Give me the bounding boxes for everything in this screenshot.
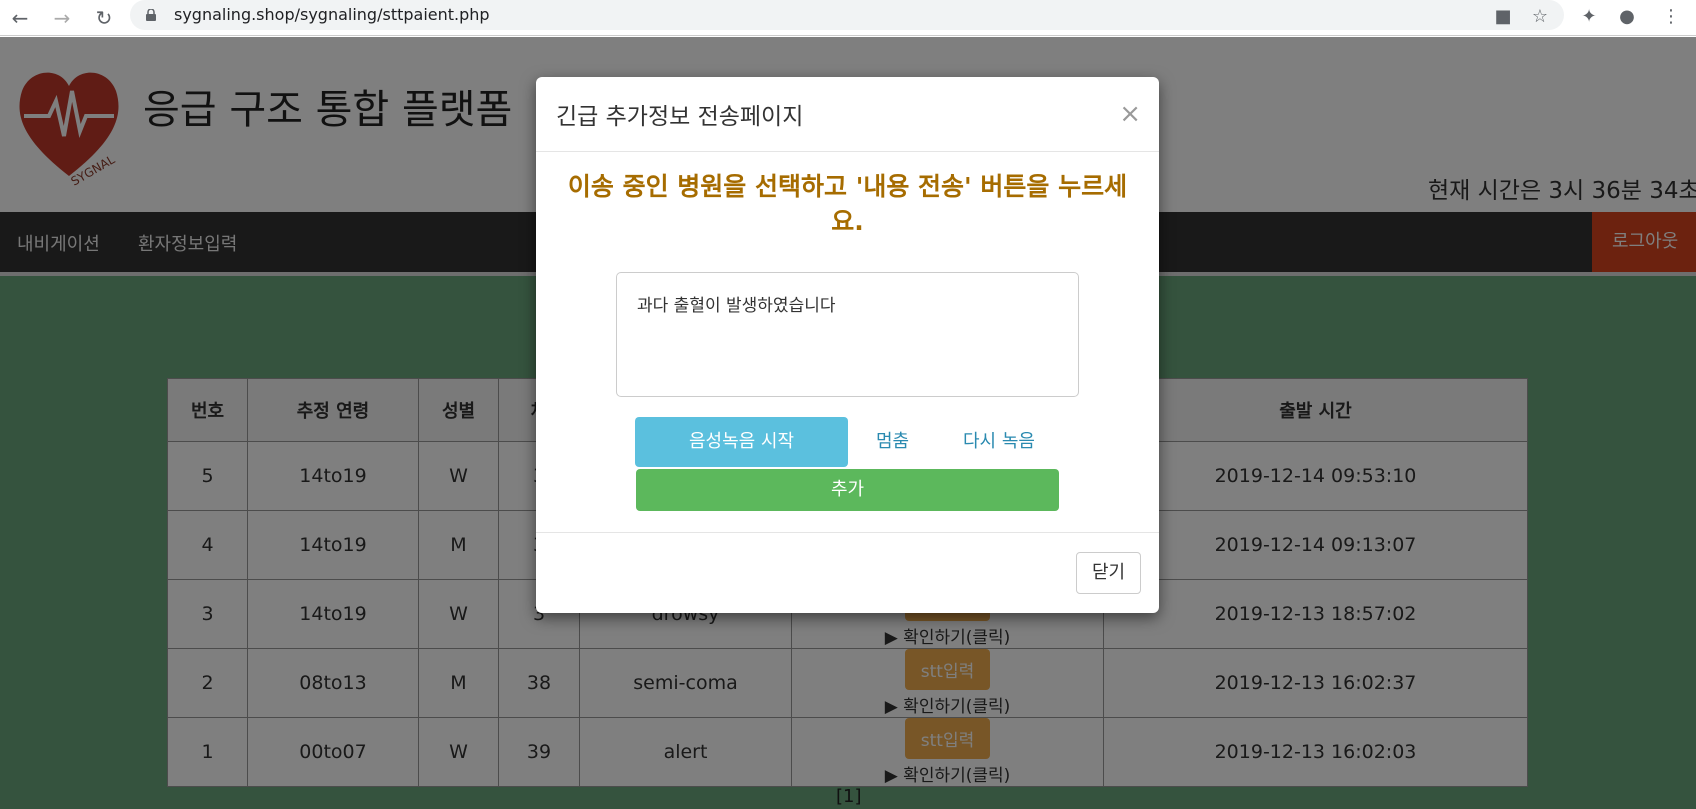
reload-icon[interactable]: ↻ — [90, 4, 118, 32]
back-arrow-icon[interactable]: ← — [6, 4, 34, 32]
message-textarea[interactable]: 과다 출혈이 발생하였습니다 — [616, 272, 1079, 397]
rerecord-button[interactable]: 다시 녹음 — [963, 417, 1035, 467]
address-bar[interactable]: sygnaling.shop/sygnaling/sttpaient.php ■… — [130, 0, 1564, 30]
url-text: sygnaling.shop/sygnaling/sttpaient.php — [174, 5, 490, 24]
menu-kebab-icon[interactable]: ⋮ — [1658, 4, 1684, 30]
emergency-info-modal: 긴급 추가정보 전송페이지 × 이송 중인 병원을 선택하고 '내용 전송' 버… — [536, 77, 1159, 613]
modal-instruction: 이송 중인 병원을 선택하고 '내용 전송' 버튼을 누르세요. — [567, 172, 1128, 236]
start-recording-button[interactable]: 음성녹음 시작 — [635, 417, 848, 467]
camera-icon[interactable]: ■ — [1490, 4, 1516, 30]
modal-footer: 닫기 — [536, 532, 1159, 613]
close-button[interactable]: 닫기 — [1076, 552, 1141, 594]
add-button[interactable]: 추가 — [636, 469, 1059, 511]
browser-toolbar: ← → ↻ sygnaling.shop/sygnaling/sttpaient… — [0, 0, 1696, 36]
forward-arrow-icon[interactable]: → — [48, 4, 76, 32]
extensions-icon[interactable]: ✦ — [1576, 4, 1602, 30]
modal-title: 긴급 추가정보 전송페이지 — [556, 104, 804, 130]
stop-button[interactable]: 멈춤 — [876, 417, 909, 467]
star-icon[interactable]: ☆ — [1527, 4, 1553, 30]
close-icon[interactable]: × — [1119, 101, 1141, 127]
modal-header: 긴급 추가정보 전송페이지 × — [536, 77, 1159, 152]
lock-icon — [146, 9, 156, 21]
profile-icon[interactable]: ● — [1614, 4, 1640, 30]
